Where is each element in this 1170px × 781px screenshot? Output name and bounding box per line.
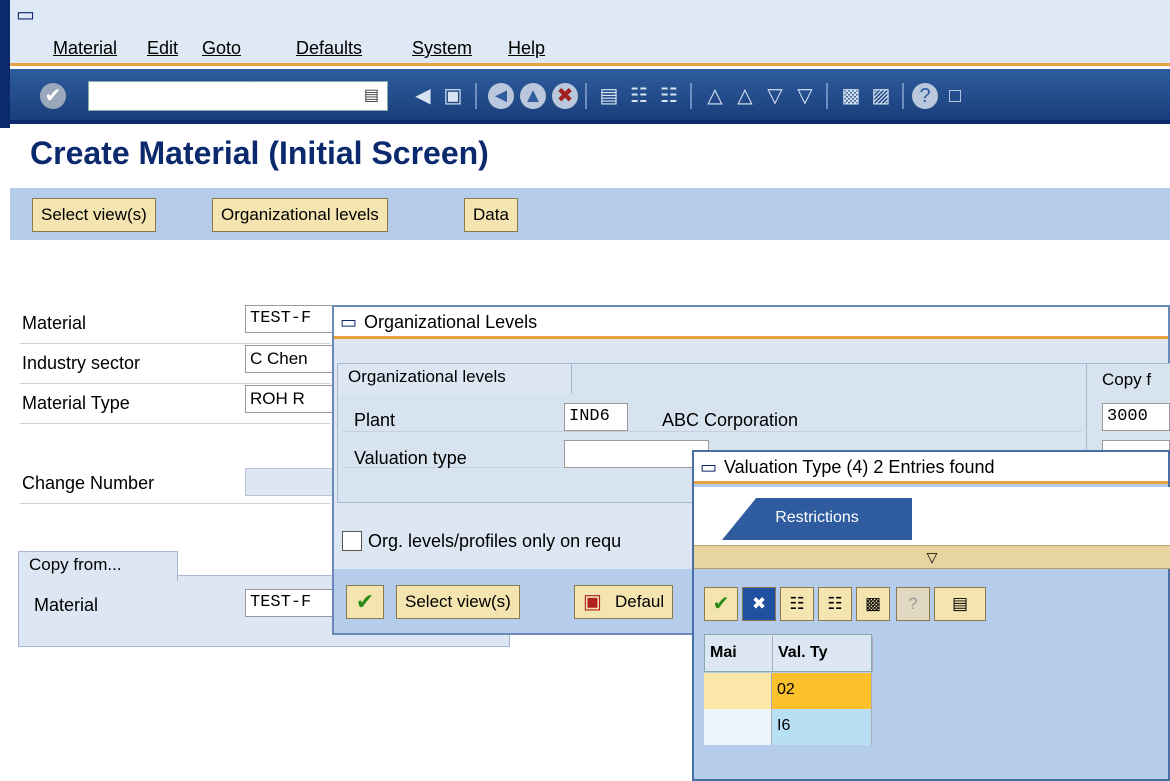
select-views-button[interactable]: Select view(s) (32, 198, 156, 232)
print-icon[interactable]: ▤ (596, 83, 622, 109)
val-find-icon[interactable]: ☷ (780, 587, 814, 621)
dialog-select-views-button[interactable]: Select view(s) (396, 585, 520, 619)
help-icon[interactable]: ? (912, 83, 938, 109)
standard-toolbar: ✔ ▤ ◀ ▣ ◄ ▲ ✖ ▤ ☷ ☷ △ △ ▽ ▽ ▩ ▨ ? □ (10, 69, 1170, 124)
valuation-type-dialog: ▭ Valuation Type (4) 2 Entries found Res… (692, 450, 1170, 781)
org-levels-group-title: Organizational levels (338, 364, 572, 394)
back-arrow-icon[interactable]: ◀ (410, 83, 436, 109)
default-button[interactable]: ▣ Defaul (574, 585, 674, 619)
val-dialog-title: Valuation Type (4) 2 Entries found (724, 457, 995, 477)
command-field[interactable]: ▤ (88, 81, 388, 111)
grid-header: Mai Val. Ty (704, 634, 873, 672)
restrictions-expander[interactable]: ▽ (694, 545, 1170, 569)
copy-material-field[interactable]: TEST-F (245, 589, 335, 617)
menu-bar: ▭ Material Edit Goto Defaults System Hel… (10, 0, 1170, 66)
plant-description: ABC Corporation (662, 410, 799, 430)
toolbar-separator (475, 83, 477, 109)
plant-field[interactable]: IND6 (564, 403, 628, 431)
org-copy-plant-field[interactable]: 3000 (1102, 403, 1170, 431)
val-find-next-icon[interactable]: ☷ (818, 587, 852, 621)
table-row[interactable]: I6 (704, 709, 872, 745)
menu-goto[interactable]: Goto (202, 38, 241, 59)
change-number-label: Change Number (22, 473, 155, 493)
industry-sector-label: Industry sector (22, 353, 141, 373)
divider (20, 383, 330, 384)
menu-edit[interactable]: Edit (147, 38, 178, 59)
toolbar-separator (585, 83, 587, 109)
first-page-icon[interactable]: △ (702, 83, 728, 109)
plant-label: Plant (354, 410, 396, 430)
last-page-icon[interactable]: ▽ (792, 83, 818, 109)
column-valuation-type[interactable]: Val. Ty (773, 636, 873, 672)
command-history-icon[interactable]: ▤ (364, 85, 379, 105)
material-type-label: Material Type (22, 393, 130, 413)
val-sort-icon[interactable]: ▩ (856, 587, 890, 621)
val-cancel-icon[interactable]: ✖ (742, 587, 776, 621)
toolbar-separator (902, 83, 904, 109)
divider (20, 423, 330, 424)
copy-material-label: Material (34, 595, 99, 615)
exit-icon[interactable]: ▲ (520, 83, 546, 109)
toolbar-separator (690, 83, 692, 109)
val-print-icon[interactable]: ▤ (934, 587, 986, 621)
material-label: Material (22, 313, 87, 333)
cell-valuation-type[interactable]: I6 (772, 709, 872, 745)
org-levels-only-label: Org. levels/profiles only on requ (368, 531, 622, 551)
menu-help[interactable]: Help (508, 38, 545, 59)
back-icon[interactable]: ◄ (488, 83, 514, 109)
valuation-type-label: Valuation type (354, 448, 467, 468)
dialog-window-icon: ▭ (700, 457, 718, 477)
menu-system[interactable]: System (412, 38, 472, 59)
save-default-icon: ▣ (583, 591, 602, 613)
default-button-label: Defaul (615, 592, 665, 611)
continue-check-icon[interactable]: ✔ (346, 585, 384, 619)
cell-main[interactable] (704, 673, 772, 709)
window-frame (0, 0, 10, 128)
cell-main[interactable] (704, 709, 772, 745)
industry-sector-field[interactable]: C Chen (245, 345, 335, 373)
material-type-field[interactable]: ROH R (245, 385, 335, 413)
cancel-icon[interactable]: ✖ (552, 83, 578, 109)
application-toolbar: Select view(s) Organizational levels Dat… (10, 188, 1170, 240)
layout-menu-icon[interactable]: □ (942, 83, 968, 109)
val-continue-icon[interactable]: ✔ (704, 587, 738, 621)
org-levels-only-checkbox[interactable] (342, 531, 362, 551)
system-menu-icon[interactable]: ▭ (16, 2, 35, 27)
find-icon[interactable]: ☷ (626, 83, 652, 109)
dialog-window-icon: ▭ (340, 312, 358, 332)
find-next-icon[interactable]: ☷ (656, 83, 682, 109)
val-dialog-titlebar: ▭ Valuation Type (4) 2 Entries found (694, 452, 1168, 484)
val-help-icon: ? (896, 587, 930, 621)
divider (20, 343, 330, 344)
table-row[interactable]: 02 (704, 673, 872, 709)
material-field[interactable]: TEST-F (245, 305, 335, 333)
page-title: Create Material (Initial Screen) (30, 135, 489, 171)
organizational-levels-button[interactable]: Organizational levels (212, 198, 388, 232)
cell-valuation-type[interactable]: 02 (772, 673, 872, 709)
org-copy-from-title: Copy f (1102, 370, 1152, 389)
create-session-icon[interactable]: ▩ (838, 83, 864, 109)
data-button[interactable]: Data (464, 198, 518, 232)
shortcut-icon[interactable]: ▨ (868, 83, 894, 109)
copy-from-title: Copy from... (18, 551, 178, 581)
menu-material[interactable]: Material (53, 38, 117, 59)
next-page-icon[interactable]: ▽ (762, 83, 788, 109)
toolbar-separator (826, 83, 828, 109)
org-dialog-titlebar: ▭ Organizational Levels (334, 307, 1168, 339)
menu-defaults[interactable]: Defaults (296, 38, 362, 59)
previous-page-icon[interactable]: △ (732, 83, 758, 109)
save-icon[interactable]: ▣ (440, 83, 466, 109)
divider (20, 503, 330, 504)
divider (342, 431, 1082, 432)
org-dialog-title: Organizational Levels (364, 312, 538, 332)
valuation-type-field[interactable] (564, 440, 709, 468)
column-main[interactable]: Mai (705, 636, 773, 672)
enter-icon[interactable]: ✔ (40, 83, 66, 109)
change-number-field[interactable] (245, 468, 335, 496)
